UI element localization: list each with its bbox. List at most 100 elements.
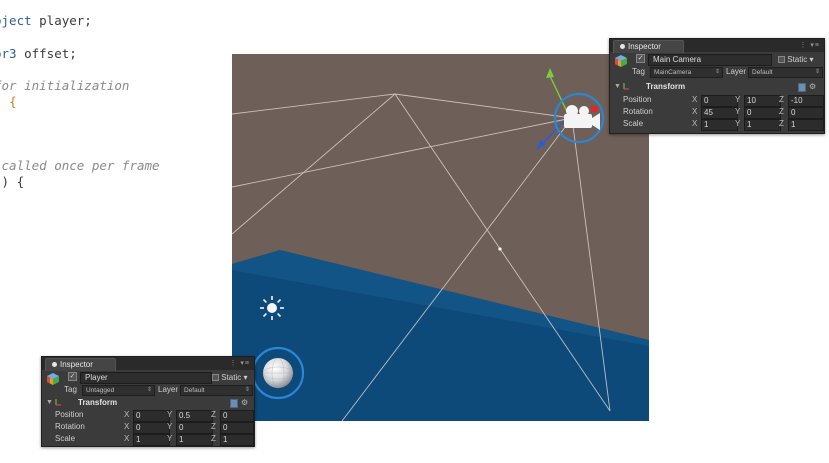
static-toggle[interactable]: Static ▾ bbox=[778, 54, 814, 66]
object-name-row: ✓ Main Camera Static ▾ bbox=[636, 53, 822, 66]
property-label: Position bbox=[623, 95, 652, 104]
help-book-icon[interactable] bbox=[230, 399, 238, 408]
gear-icon[interactable]: ⚙ bbox=[241, 397, 248, 408]
z-axis-label: Z bbox=[779, 107, 784, 116]
active-checkbox[interactable]: ✓ bbox=[68, 372, 77, 382]
scale-z-field[interactable]: 1 bbox=[788, 119, 824, 131]
property-label: Rotation bbox=[623, 107, 653, 116]
code-comment: for initialization bbox=[0, 78, 130, 93]
collapse-triangle-icon[interactable]: ▼ bbox=[614, 81, 621, 92]
transform-component-header[interactable]: ▼ Transform ⚙ bbox=[610, 81, 824, 92]
z-axis-label: Z bbox=[211, 434, 216, 443]
gameobject-cube-icon bbox=[615, 55, 627, 67]
x-axis-label: X bbox=[692, 107, 698, 116]
layer-dropdown[interactable]: Default bbox=[180, 385, 253, 396]
z-axis-label: Z bbox=[211, 422, 216, 431]
tag-label: Tag bbox=[632, 67, 645, 76]
tag-label: Tag bbox=[64, 385, 77, 394]
y-axis-label: Y bbox=[735, 119, 741, 128]
window-menu-icon[interactable]: ⋮ ▾≡ bbox=[799, 41, 820, 49]
info-icon bbox=[52, 362, 57, 368]
property-label: Rotation bbox=[55, 422, 85, 431]
x-axis-label: X bbox=[124, 434, 130, 443]
info-icon bbox=[620, 44, 625, 50]
z-axis-label: Z bbox=[779, 95, 784, 104]
camera-inspector-panel: Inspector ⋮ ▾≡ ✓ Main Camera Static ▾ Ta… bbox=[609, 38, 825, 134]
help-book-icon[interactable] bbox=[798, 83, 806, 92]
code-editor: oject player; or3 offset; for initializa… bbox=[0, 0, 240, 230]
scene-center-point bbox=[498, 247, 502, 251]
object-header: ✓ Main Camera Static ▾ Tag MainCamera La… bbox=[610, 52, 824, 78]
static-label: Static bbox=[221, 373, 242, 382]
code-brace: { bbox=[9, 94, 17, 109]
code-line: oject player; bbox=[0, 13, 92, 28]
scale-row: Scale X 1 Y 1 Z 1 bbox=[42, 433, 254, 446]
transform-component-header[interactable]: ▼ Transform ⚙ bbox=[42, 397, 254, 408]
tag-dropdown[interactable]: Untagged bbox=[82, 385, 155, 396]
x-axis-label: X bbox=[124, 410, 130, 419]
object-header: ✓ Player Static ▾ Tag Untagged Layer Def… bbox=[42, 370, 254, 396]
static-label: Static bbox=[787, 55, 808, 64]
code-token: or3 bbox=[0, 46, 17, 61]
scale-row: Scale X 1 Y 1 Z 1 bbox=[610, 118, 824, 131]
inspector-tab-bar: Inspector ⋮ ▾≡ bbox=[610, 39, 824, 53]
layer-dropdown[interactable]: Default bbox=[748, 67, 823, 78]
active-checkbox[interactable]: ✓ bbox=[636, 54, 645, 64]
tag-layer-row: Tag Untagged Layer Default bbox=[62, 384, 253, 396]
y-axis-label: Y bbox=[735, 107, 741, 116]
code-line: () { bbox=[0, 174, 25, 189]
code-token: player; bbox=[39, 13, 92, 28]
layer-label: Layer bbox=[726, 67, 747, 76]
scale-y-field[interactable]: 1 bbox=[744, 119, 781, 131]
z-axis-label: Z bbox=[211, 410, 216, 419]
z-axis-label: Z bbox=[779, 119, 784, 128]
x-axis-handle-icon[interactable] bbox=[591, 106, 598, 112]
scale-x-field[interactable]: 1 bbox=[133, 434, 170, 446]
tag-dropdown[interactable]: MainCamera bbox=[650, 67, 723, 78]
gear-icon[interactable]: ⚙ bbox=[809, 81, 816, 92]
transform-axes-icon bbox=[55, 399, 61, 406]
scale-z-field[interactable]: 1 bbox=[220, 434, 254, 446]
code-token: offset; bbox=[24, 46, 77, 61]
y-axis-label: Y bbox=[735, 95, 741, 104]
object-name-row: ✓ Player Static ▾ bbox=[68, 371, 252, 384]
transform-axes-icon bbox=[623, 83, 629, 90]
player-inspector-panel: Inspector ⋮ ▾≡ ✓ Player Static ▾ Tag Unt… bbox=[41, 356, 255, 447]
window-menu-icon[interactable]: ⋮ ▾≡ bbox=[229, 359, 250, 367]
collapse-triangle-icon[interactable]: ▼ bbox=[46, 397, 53, 408]
object-name-field[interactable]: Main Camera bbox=[648, 54, 772, 66]
property-label: Scale bbox=[623, 119, 644, 128]
gameobject-cube-icon bbox=[47, 373, 59, 385]
tag-layer-row: Tag MainCamera Layer Default bbox=[630, 66, 824, 78]
code-comment: called once per frame bbox=[0, 158, 160, 173]
light-sun-icon[interactable] bbox=[260, 296, 284, 320]
x-axis-label: X bbox=[692, 119, 698, 128]
y-axis-label: Y bbox=[167, 410, 173, 419]
scale-x-field[interactable]: 1 bbox=[701, 119, 738, 131]
rotation-row: Rotation X 0 Y 0 Z 0 bbox=[42, 421, 254, 434]
x-axis-label: X bbox=[124, 422, 130, 431]
object-name-field[interactable]: Player bbox=[80, 372, 212, 384]
code-token: ) bbox=[0, 94, 9, 109]
inspector-tab-label: Inspector bbox=[628, 42, 661, 51]
component-title: Transform bbox=[78, 398, 118, 407]
static-checkbox[interactable] bbox=[778, 56, 785, 64]
component-title: Transform bbox=[646, 82, 686, 91]
rotation-row: Rotation X 45 Y 0 Z 0 bbox=[610, 106, 824, 119]
player-sphere[interactable] bbox=[251, 346, 307, 402]
position-row: Position X 0 Y 0.5 Z 0 bbox=[42, 409, 254, 422]
position-row: Position X 0 Y 10 Z -10 bbox=[610, 94, 824, 107]
scale-y-field[interactable]: 1 bbox=[176, 434, 213, 446]
y-axis-label: Y bbox=[167, 434, 173, 443]
inspector-tab-bar: Inspector ⋮ ▾≡ bbox=[42, 357, 254, 371]
code-token: oject bbox=[0, 13, 32, 28]
static-checkbox[interactable] bbox=[212, 374, 219, 382]
code-line: ) { bbox=[0, 94, 17, 109]
layer-label: Layer bbox=[158, 385, 179, 394]
inspector-tab-label: Inspector bbox=[60, 360, 93, 369]
x-axis-label: X bbox=[692, 95, 698, 104]
property-label: Position bbox=[55, 410, 84, 419]
y-axis-label: Y bbox=[167, 422, 173, 431]
static-toggle[interactable]: Static ▾ bbox=[212, 372, 248, 384]
code-line: or3 offset; bbox=[0, 46, 77, 61]
